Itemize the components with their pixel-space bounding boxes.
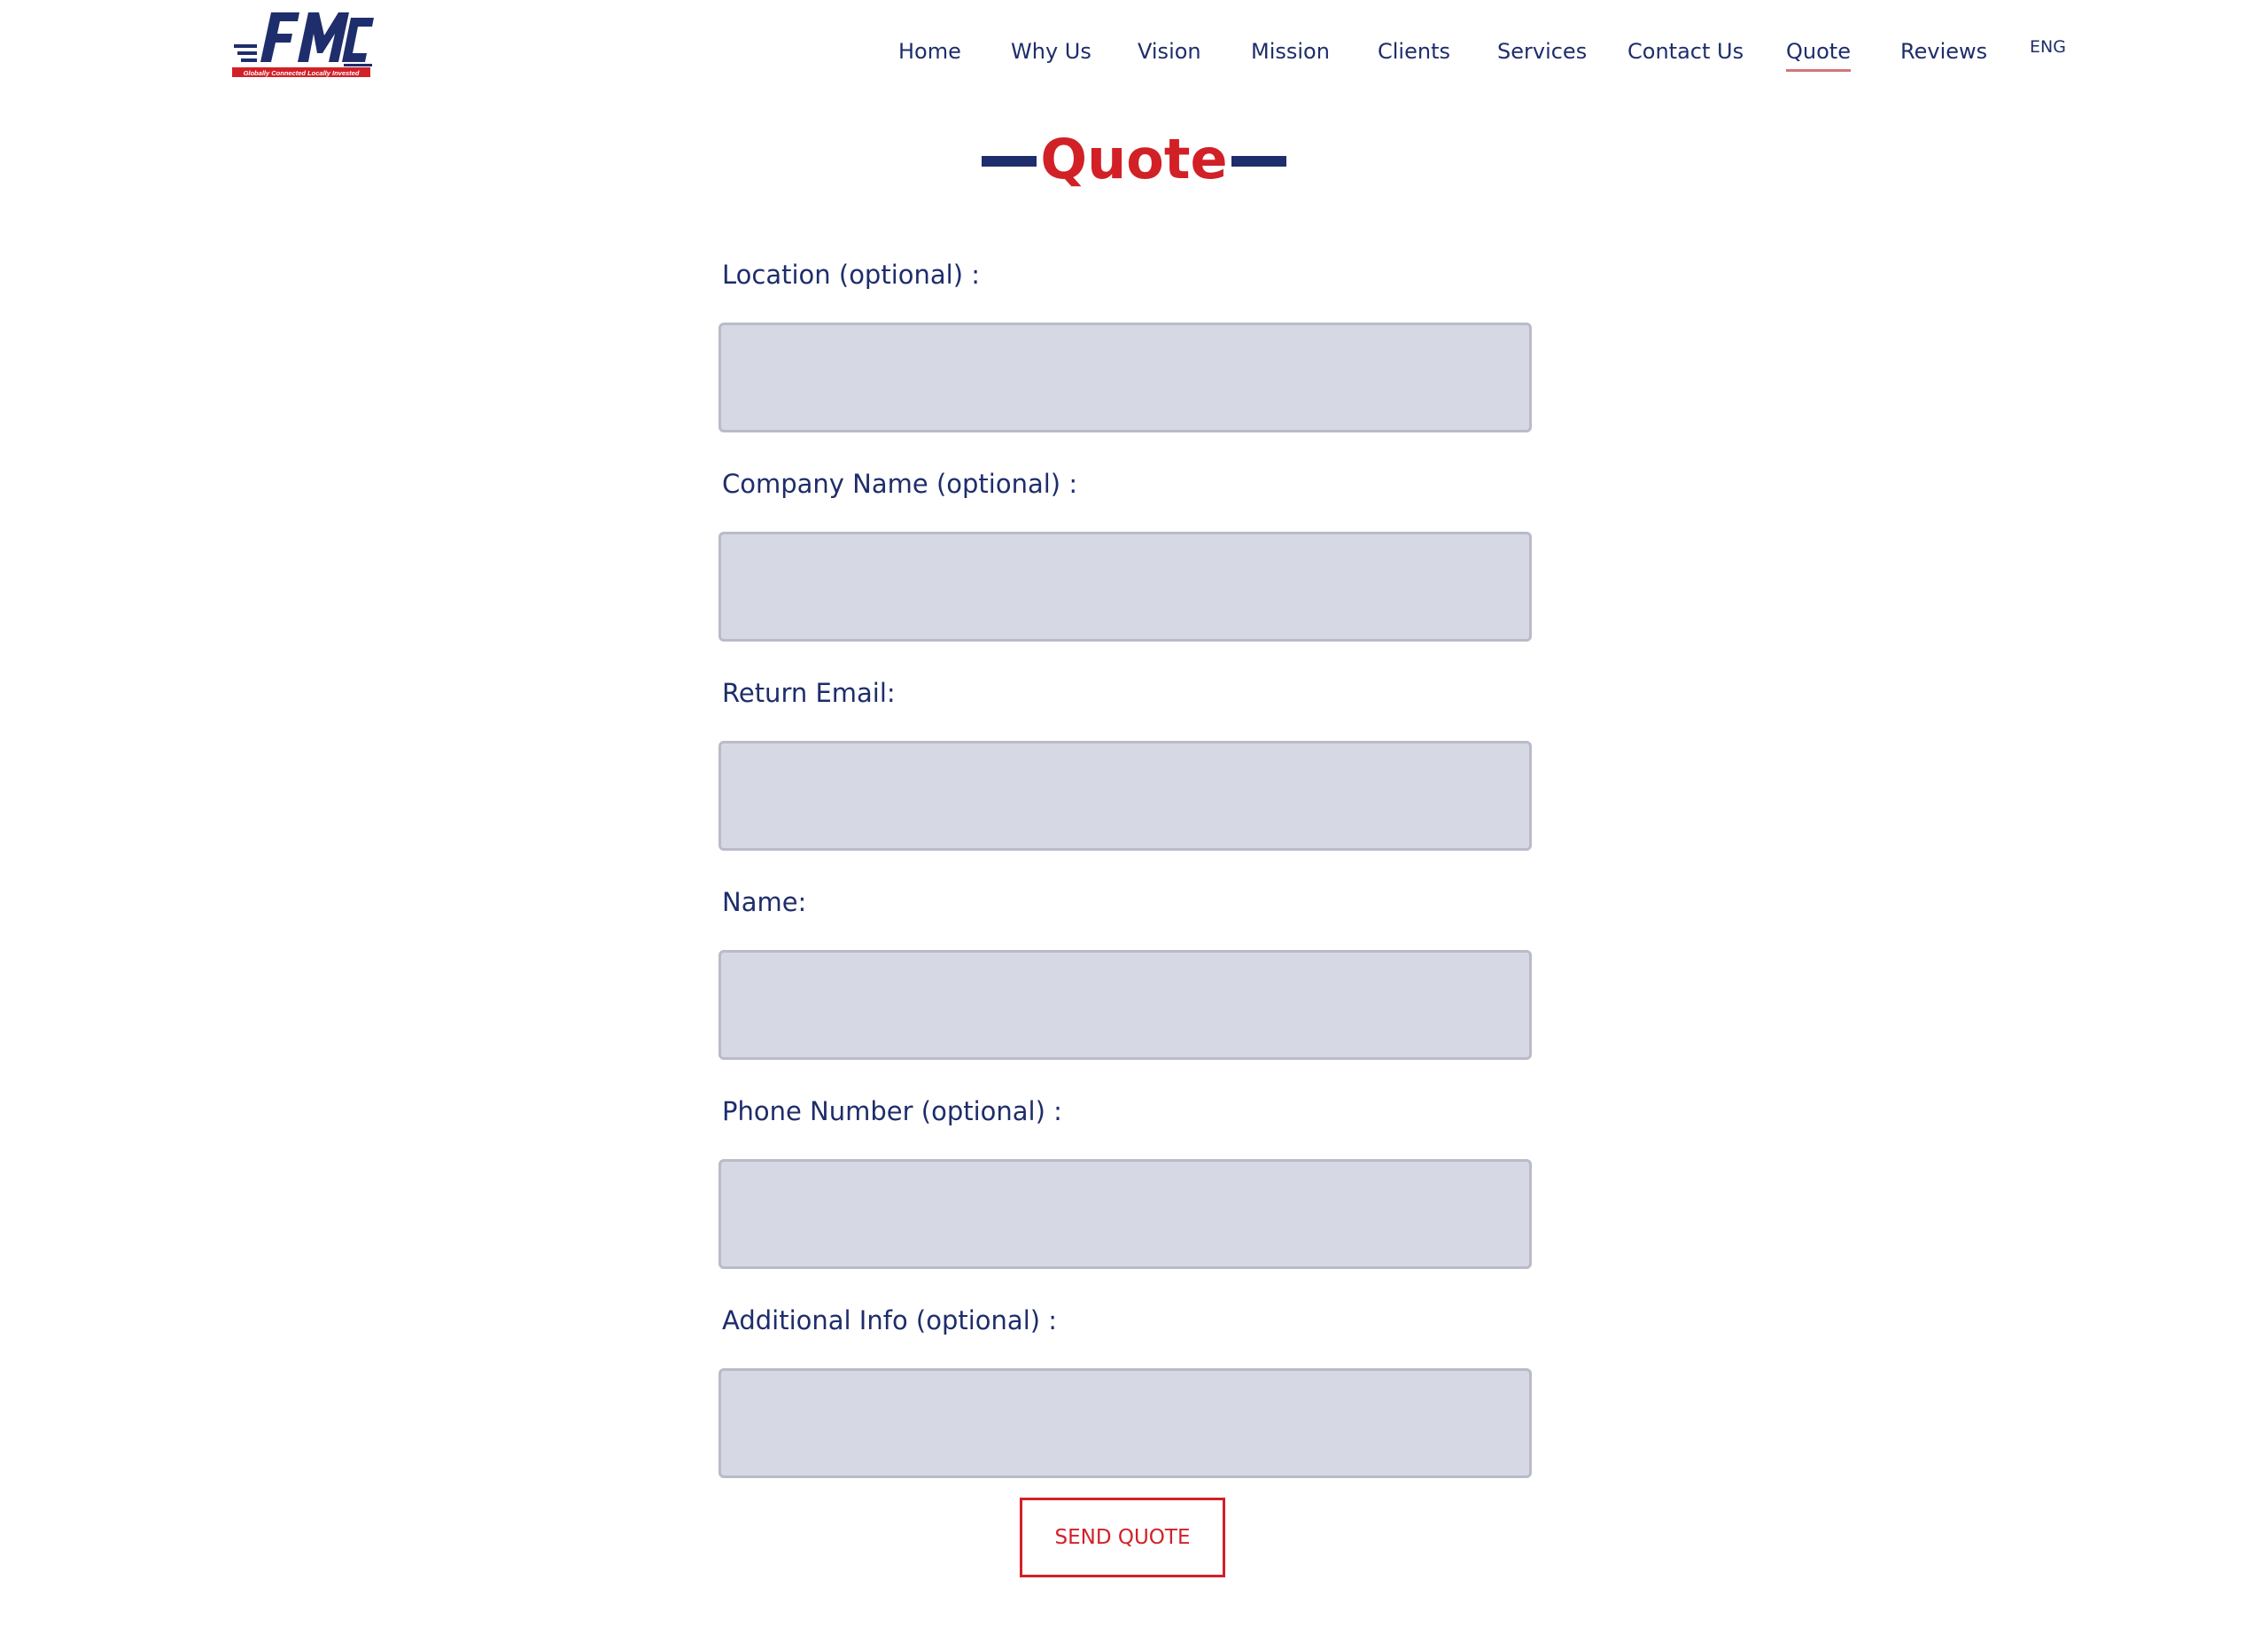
language-selector[interactable]: ENG [2030,34,2066,60]
page-title-text: Quote [1040,127,1228,191]
nav-contact-us[interactable]: Contact Us [1627,35,1744,67]
location-input[interactable] [718,323,1532,432]
quote-page: Globally Connected Locally Invested Home… [0,0,2268,1627]
nav-quote[interactable]: Quote [1786,35,1851,72]
phone-number-label: Phone Number (optional) : [722,1096,1062,1126]
send-quote-button[interactable]: SEND QUOTE [1020,1498,1225,1577]
company-name-label: Company Name (optional) : [722,469,1078,499]
title-left-bar [982,156,1037,167]
nav-clients[interactable]: Clients [1378,35,1450,67]
nav-services[interactable]: Services [1497,35,1587,67]
name-input[interactable] [718,950,1532,1060]
additional-info-input[interactable] [718,1368,1532,1478]
nav-vision[interactable]: Vision [1138,35,1201,67]
nav-why-us[interactable]: Why Us [1011,35,1091,67]
phone-number-input[interactable] [718,1159,1532,1269]
nav-home[interactable]: Home [898,35,961,67]
title-right-bar [1231,156,1286,167]
nav-mission[interactable]: Mission [1251,35,1330,67]
additional-info-label: Additional Info (optional) : [722,1305,1058,1335]
company-name-input[interactable] [718,532,1532,642]
name-label: Name: [722,887,807,917]
page-title: Quote [0,124,2268,195]
nav-reviews[interactable]: Reviews [1900,35,1987,67]
main-nav: Home Why Us Vision Mission Clients Servi… [0,28,2268,82]
return-email-input[interactable] [718,741,1532,851]
location-label: Location (optional) : [722,260,981,290]
return-email-label: Return Email: [722,678,896,708]
